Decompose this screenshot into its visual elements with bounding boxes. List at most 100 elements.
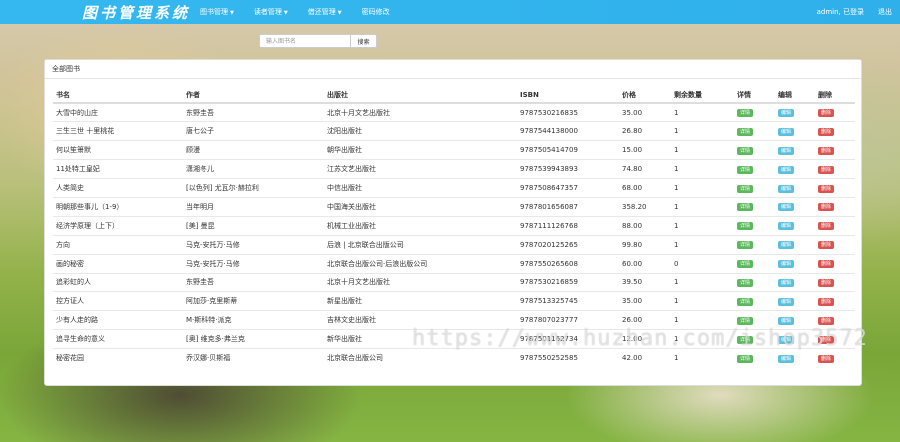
cell-title: 11处特工皇妃 bbox=[53, 159, 183, 179]
cell-price: 358.20 bbox=[619, 196, 671, 217]
book-list-panel: 全部图书 书名 作者 出版社 ISBN 价格 剩余数量 详情 编辑 删除 大雪中… bbox=[44, 59, 862, 386]
logout-link[interactable]: 退出 bbox=[878, 7, 892, 17]
detail-button[interactable]: 详情 bbox=[737, 335, 754, 344]
cell-isbn: 9787020125265 bbox=[517, 234, 619, 255]
edit-button[interactable]: 编辑 bbox=[778, 184, 795, 193]
nav-menu-reader-management[interactable]: 读者管理 ▼ bbox=[254, 7, 288, 17]
search-input[interactable] bbox=[259, 34, 351, 48]
cell-isbn: 9787801656087 bbox=[517, 196, 619, 217]
cell-publisher: 北京联合出版公司 bbox=[324, 348, 517, 368]
cell-action: 删除 bbox=[815, 215, 855, 236]
delete-button[interactable]: 删除 bbox=[818, 260, 835, 269]
caret-down-icon: ▼ bbox=[337, 10, 342, 16]
table-row: 追寻生命的意义 [奥] 维克多·弗兰克 新华出版社 9787501162734 12.0… bbox=[53, 329, 855, 349]
nav-menu-change-password[interactable]: 密码修改 bbox=[362, 7, 390, 17]
detail-button[interactable]: 详情 bbox=[737, 241, 754, 250]
detail-button[interactable]: 详情 bbox=[737, 146, 754, 155]
cell-publisher: 吉林文史出版社 bbox=[324, 310, 517, 330]
edit-button[interactable]: 编辑 bbox=[778, 109, 795, 118]
cell-action: 编辑 bbox=[775, 234, 815, 255]
book-table: 书名 作者 出版社 ISBN 价格 剩余数量 详情 编辑 删除 大雪中的山庄 东野… bbox=[53, 88, 855, 368]
nav-menu-borrow-management[interactable]: 借还管理 ▼ bbox=[308, 7, 342, 17]
cell-action: 删除 bbox=[815, 140, 855, 160]
cell-publisher: 中国海关出版社 bbox=[324, 196, 517, 217]
detail-button[interactable]: 详情 bbox=[737, 203, 754, 212]
cell-remaining: 1 bbox=[671, 215, 734, 236]
detail-button[interactable]: 详情 bbox=[737, 278, 754, 287]
edit-button[interactable]: 编辑 bbox=[778, 260, 795, 269]
detail-button[interactable]: 详情 bbox=[737, 109, 754, 118]
cell-action: 删除 bbox=[815, 272, 855, 292]
cell-action: 编辑 bbox=[775, 102, 815, 122]
edit-button[interactable]: 编辑 bbox=[778, 165, 795, 174]
caret-down-icon: ▼ bbox=[283, 10, 288, 16]
detail-button[interactable]: 详情 bbox=[737, 165, 754, 174]
detail-button[interactable]: 详情 bbox=[737, 222, 754, 231]
delete-button[interactable]: 删除 bbox=[818, 335, 835, 344]
cell-author: 当年明月 bbox=[183, 196, 324, 217]
delete-button[interactable]: 删除 bbox=[818, 297, 835, 306]
cell-author: [以色列] 尤瓦尔·赫拉利 bbox=[183, 178, 324, 198]
edit-button[interactable]: 编辑 bbox=[778, 222, 795, 231]
cell-action: 删除 bbox=[815, 348, 855, 368]
cell-action: 详情 bbox=[734, 348, 775, 368]
cell-remaining: 1 bbox=[671, 291, 734, 311]
delete-button[interactable]: 删除 bbox=[818, 165, 835, 174]
cell-publisher: 江苏文艺出版社 bbox=[324, 159, 517, 179]
cell-publisher: 朝华出版社 bbox=[324, 140, 517, 160]
delete-button[interactable]: 删除 bbox=[818, 354, 835, 363]
edit-button[interactable]: 编辑 bbox=[778, 297, 795, 306]
detail-button[interactable]: 详情 bbox=[737, 260, 754, 269]
delete-button[interactable]: 删除 bbox=[818, 316, 835, 325]
table-row: 方向 马克-安托万·马修 后浪 | 北京联合出版公司 9787020125265 99.… bbox=[53, 234, 855, 255]
cell-isbn: 9787508647357 bbox=[517, 178, 619, 198]
delete-button[interactable]: 删除 bbox=[818, 109, 835, 118]
cell-action: 编辑 bbox=[775, 291, 815, 311]
detail-button[interactable]: 详情 bbox=[737, 184, 754, 193]
cell-remaining: 1 bbox=[671, 102, 734, 122]
cell-publisher: 新星出版社 bbox=[324, 291, 517, 311]
detail-button[interactable]: 详情 bbox=[737, 297, 754, 306]
cell-author: 唐七公子 bbox=[183, 121, 324, 141]
edit-button[interactable]: 编辑 bbox=[778, 127, 795, 136]
cell-author: M·斯科特·派克 bbox=[183, 310, 324, 330]
cell-action: 编辑 bbox=[775, 272, 815, 292]
cell-price: 60.00 bbox=[619, 253, 671, 274]
header-detail: 详情 bbox=[734, 88, 775, 104]
edit-button[interactable]: 编辑 bbox=[778, 335, 795, 344]
delete-button[interactable]: 删除 bbox=[818, 146, 835, 155]
delete-button[interactable]: 删除 bbox=[818, 203, 835, 212]
edit-button[interactable]: 编辑 bbox=[778, 203, 795, 212]
cell-publisher: 机械工业出版社 bbox=[324, 215, 517, 236]
nav-menu-book-management[interactable]: 图书管理 ▼ bbox=[200, 7, 234, 17]
cell-title: 何以笙箫默 bbox=[53, 140, 183, 160]
cell-action: 详情 bbox=[734, 196, 775, 217]
delete-button[interactable]: 删除 bbox=[818, 184, 835, 193]
search-button[interactable]: 搜索 bbox=[351, 34, 377, 48]
cell-remaining: 1 bbox=[671, 329, 734, 349]
delete-button[interactable]: 删除 bbox=[818, 127, 835, 136]
detail-button[interactable]: 详情 bbox=[737, 354, 754, 363]
nav-menu-label: 读者管理 bbox=[253, 8, 282, 16]
edit-button[interactable]: 编辑 bbox=[778, 146, 795, 155]
edit-button[interactable]: 编辑 bbox=[778, 316, 795, 325]
detail-button[interactable]: 详情 bbox=[737, 316, 754, 325]
edit-button[interactable]: 编辑 bbox=[778, 278, 795, 287]
table-row: 明朝那些事儿（1-9） 当年明月 中国海关出版社 9787801656087 358.2… bbox=[53, 196, 855, 217]
cell-action: 删除 bbox=[815, 196, 855, 217]
cell-action: 编辑 bbox=[775, 310, 815, 330]
delete-button[interactable]: 删除 bbox=[818, 241, 835, 250]
edit-button[interactable]: 编辑 bbox=[778, 241, 795, 250]
edit-button[interactable]: 编辑 bbox=[778, 354, 795, 363]
cell-title: 秘密花园 bbox=[53, 348, 183, 368]
cell-title: 追寻生命的意义 bbox=[53, 329, 183, 349]
delete-button[interactable]: 删除 bbox=[818, 222, 835, 231]
delete-button[interactable]: 删除 bbox=[818, 278, 835, 287]
cell-title: 明朝那些事儿（1-9） bbox=[53, 196, 183, 217]
detail-button[interactable]: 详情 bbox=[737, 127, 754, 136]
user-status[interactable]: admin, 已登录 bbox=[817, 7, 864, 17]
cell-action: 详情 bbox=[734, 215, 775, 236]
cell-action: 删除 bbox=[815, 329, 855, 349]
table-row: 控方证人 阿加莎·克里斯蒂 新星出版社 9787513325745 35.00 1 详情 编辑… bbox=[53, 291, 855, 311]
cell-isbn: 9787550252585 bbox=[517, 348, 619, 368]
